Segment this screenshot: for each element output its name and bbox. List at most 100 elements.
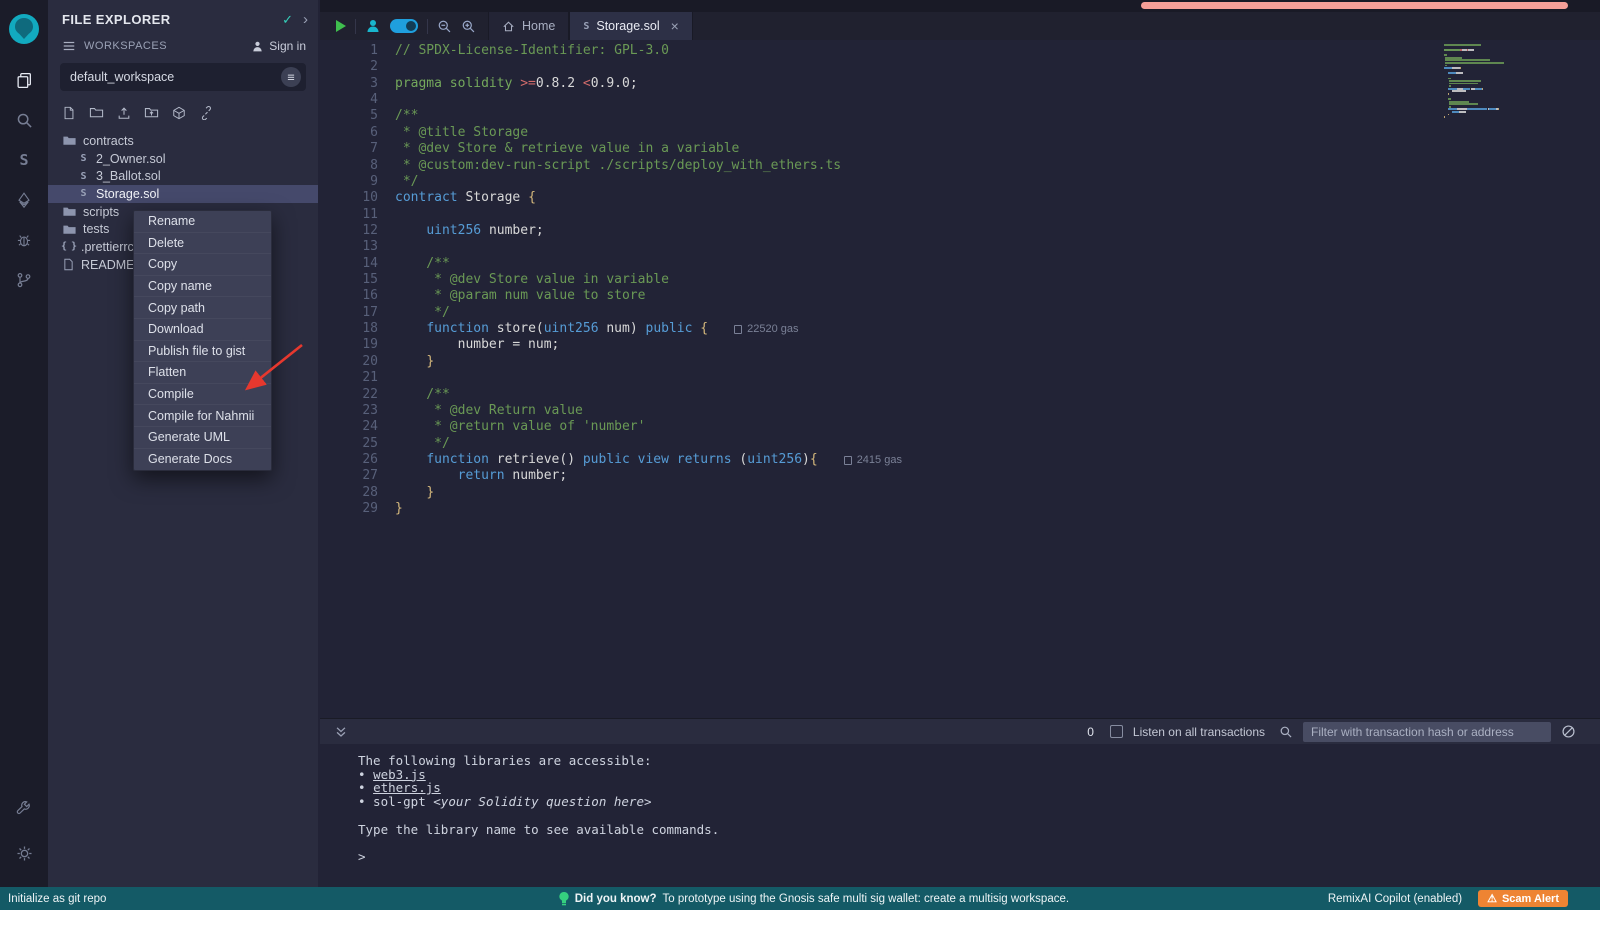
editor-toolbar-icons [320,12,488,40]
debugger-bug-icon [16,232,32,248]
upload-folder-button[interactable] [144,105,159,120]
terminal-line [358,836,1600,850]
terminal-line: • sol-gpt <your Solidity question here> [358,795,1600,809]
solidity-file-icon: S [77,171,90,182]
upload-file-button[interactable] [117,106,131,120]
tab-home[interactable]: Home [488,12,569,40]
hamburger-icon[interactable] [62,39,76,53]
terminal-toolbar-right: 0 Listen on all transactions [1087,722,1600,742]
tree-item-contracts[interactable]: contracts [48,132,318,150]
solidity-file-icon: S [77,188,90,199]
clear-console-button[interactable] [1561,724,1576,739]
tree-item-3-ballot-sol[interactable]: S3_Ballot.sol [48,167,318,185]
solidity-compiler-icon: S [19,151,28,169]
upload-folder-icon [144,105,159,120]
deploy-run-icon [16,192,32,208]
home-icon [502,20,515,33]
search-icon [16,112,33,129]
check-icon[interactable]: ✓ [282,12,293,28]
rail-debugger[interactable] [0,220,48,260]
tip-text: To prototype using the Gnosis safe multi… [663,893,1070,905]
minimap[interactable] [1444,44,1542,119]
close-tab-icon[interactable]: × [671,18,679,34]
context-menu-item-generate-docs[interactable]: Generate Docs [134,449,271,471]
status-bar-right: RemixAI Copilot (enabled) ⚠ Scam Alert [1328,890,1600,907]
tree-item-2-owner-sol[interactable]: S2_Owner.sol [48,150,318,168]
rail-settings[interactable] [0,833,48,873]
context-menu-item-copy-path[interactable]: Copy path [134,297,271,319]
sign-in-button[interactable]: Sign in [251,39,306,53]
listen-all-transactions-checkbox[interactable] [1110,725,1123,738]
workspace-select[interactable]: default_workspace [60,63,306,91]
tree-item-storage-sol[interactable]: SStorage.sol [48,185,318,203]
link-button[interactable] [199,106,213,120]
gas-estimate-badge: 2415 gas [844,452,902,468]
file-toolbar [48,101,318,128]
context-menu-item-copy-name[interactable]: Copy name [134,276,271,298]
copilot-status[interactable]: RemixAI Copilot (enabled) [1328,893,1462,905]
solidity-file-icon: S [583,21,589,32]
toggle-knob [406,21,416,31]
rail-deploy-run[interactable] [0,180,48,220]
scam-alert-badge[interactable]: ⚠ Scam Alert [1478,890,1568,907]
code-editor[interactable]: 1// SPDX-License-Identifier: GPL-3.023pr… [320,40,1600,718]
warning-icon: ⚠ [1487,892,1497,905]
code-line-2: 2 [320,59,1600,75]
context-menu-item-rename[interactable]: Rename [134,211,271,233]
terminal[interactable]: The following libraries are accessible:•… [320,744,1600,887]
context-menu-item-compile-for-nahmii[interactable]: Compile for Nahmii [134,405,271,427]
zoom-out-icon [437,19,452,34]
code-line-25: 25 */ [320,436,1600,452]
zoom-in-button[interactable] [461,19,476,34]
context-menu-item-flatten[interactable]: Flatten [134,362,271,384]
rail-bottom-group [0,789,48,887]
rail-search[interactable] [0,100,48,140]
panel-title: FILE EXPLORER [62,12,282,27]
code-line-12: 12 uint256 number; [320,223,1600,239]
file-explorer-icon [16,72,33,89]
context-menu-item-download[interactable]: Download [134,319,271,341]
rail-file-explorer[interactable] [0,60,48,100]
code-line-16: 16 * @param num value to store [320,288,1600,304]
new-file-icon [62,106,76,120]
copilot-toggle[interactable] [390,19,418,33]
publish-ipfs-button[interactable] [172,106,186,120]
code-line-9: 9 */ [320,174,1600,190]
new-folder-button[interactable] [89,105,104,120]
chevron-right-icon[interactable]: › [303,11,308,28]
file-context-menu: RenameDeleteCopyCopy nameCopy pathDownlo… [133,210,272,471]
workspace-options-badge[interactable] [281,67,301,87]
link-icon [199,106,213,120]
git-init-button[interactable]: Initialize as git repo [0,893,300,905]
code-line-18: 18 function store(uint256 num) public {2… [320,321,1600,337]
zoom-out-button[interactable] [437,19,452,34]
rail-git[interactable] [0,260,48,300]
transaction-filter-input[interactable] [1303,722,1551,742]
did-you-know-tip: Did you know? To prototype using the Gno… [300,892,1328,906]
run-script-button[interactable] [336,20,346,32]
context-menu-item-copy[interactable]: Copy [134,254,271,276]
code-line-1: 1// SPDX-License-Identifier: GPL-3.0 [320,43,1600,59]
context-menu-item-delete[interactable]: Delete [134,233,271,255]
tab-storage-sol[interactable]: S Storage.sol × [569,12,692,40]
context-menu-item-compile[interactable]: Compile [134,384,271,406]
rail-plugin-manager[interactable] [0,789,48,829]
remix-logo[interactable] [7,12,41,46]
icon-rail: S [0,0,48,887]
expand-terminal-button[interactable] [334,725,348,739]
terminal-line: • web3.js [358,768,1600,782]
code-line-5: 5/** [320,108,1600,124]
context-menu-item-publish-file-to-gist[interactable]: Publish file to gist [134,341,271,363]
ai-assistant-button[interactable] [365,18,381,34]
code-line-27: 27 return number; [320,468,1600,484]
context-menu-item-generate-uml[interactable]: Generate UML [134,427,271,449]
code-line-23: 23 * @dev Return value [320,403,1600,419]
new-file-button[interactable] [62,106,76,120]
tab-label: Storage.sol [596,19,659,33]
workspace-name: default_workspace [70,70,281,84]
person-icon [251,40,264,53]
rail-solidity-compiler[interactable]: S [0,140,48,180]
search-icon [1279,725,1293,739]
terminal-search-button[interactable] [1279,725,1293,739]
code-line-29: 29} [320,501,1600,517]
